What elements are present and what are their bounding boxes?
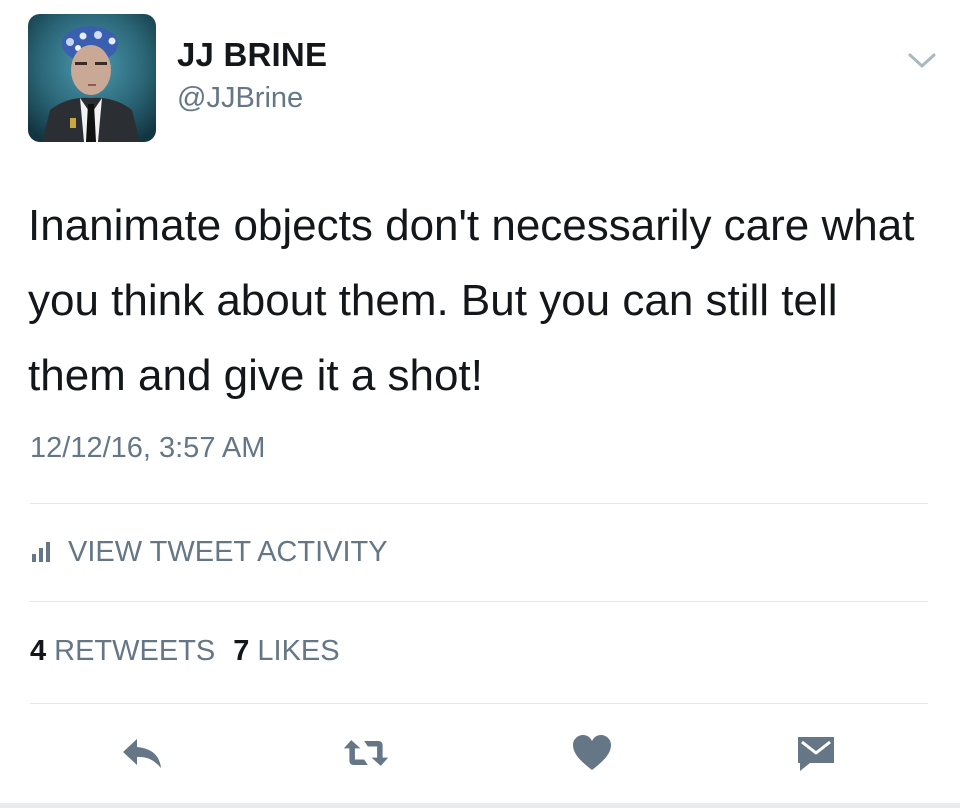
retweets-label: RETWEETS — [54, 635, 216, 667]
tweet-text: Inanimate objects don't necessarily care… — [28, 201, 915, 400]
like-button[interactable] — [568, 733, 616, 773]
likes-stat[interactable]: 7 LIKES — [233, 635, 339, 668]
divider — [30, 601, 928, 602]
retweets-stat[interactable]: 4 RETWEETS — [30, 635, 215, 668]
view-tweet-activity-label: VIEW TWEET ACTIVITY — [68, 535, 388, 568]
likes-label: LIKES — [257, 635, 340, 667]
author-avatar[interactable] — [28, 14, 156, 142]
reply-button[interactable] — [118, 733, 166, 773]
bottom-edge — [0, 803, 960, 808]
like-heart-icon — [573, 735, 611, 770]
avatar-photo-icon — [28, 14, 156, 142]
view-tweet-activity-link[interactable]: VIEW TWEET ACTIVITY — [30, 534, 388, 570]
reply-icon — [123, 739, 161, 768]
retweets-count: 4 — [30, 635, 47, 667]
author-handle[interactable]: @JJBrine — [177, 82, 303, 115]
tweet-stats: 4 RETWEETS 7 LIKES — [30, 635, 358, 668]
direct-message-icon — [798, 737, 834, 771]
bar-chart-icon — [32, 542, 50, 562]
likes-count: 7 — [233, 635, 250, 667]
tweet-timestamp: 12/12/16, 3:57 AM — [30, 432, 266, 464]
retweet-button[interactable] — [342, 733, 390, 773]
author-name[interactable]: JJ BRINE — [177, 36, 327, 74]
tweet-detail: JJ BRINE @JJBrine Inanimate objects don'… — [0, 0, 960, 808]
direct-message-button[interactable] — [792, 733, 840, 773]
divider — [30, 703, 928, 704]
chevron-down-icon[interactable] — [904, 46, 940, 74]
retweet-icon — [343, 740, 389, 766]
divider — [30, 503, 928, 504]
